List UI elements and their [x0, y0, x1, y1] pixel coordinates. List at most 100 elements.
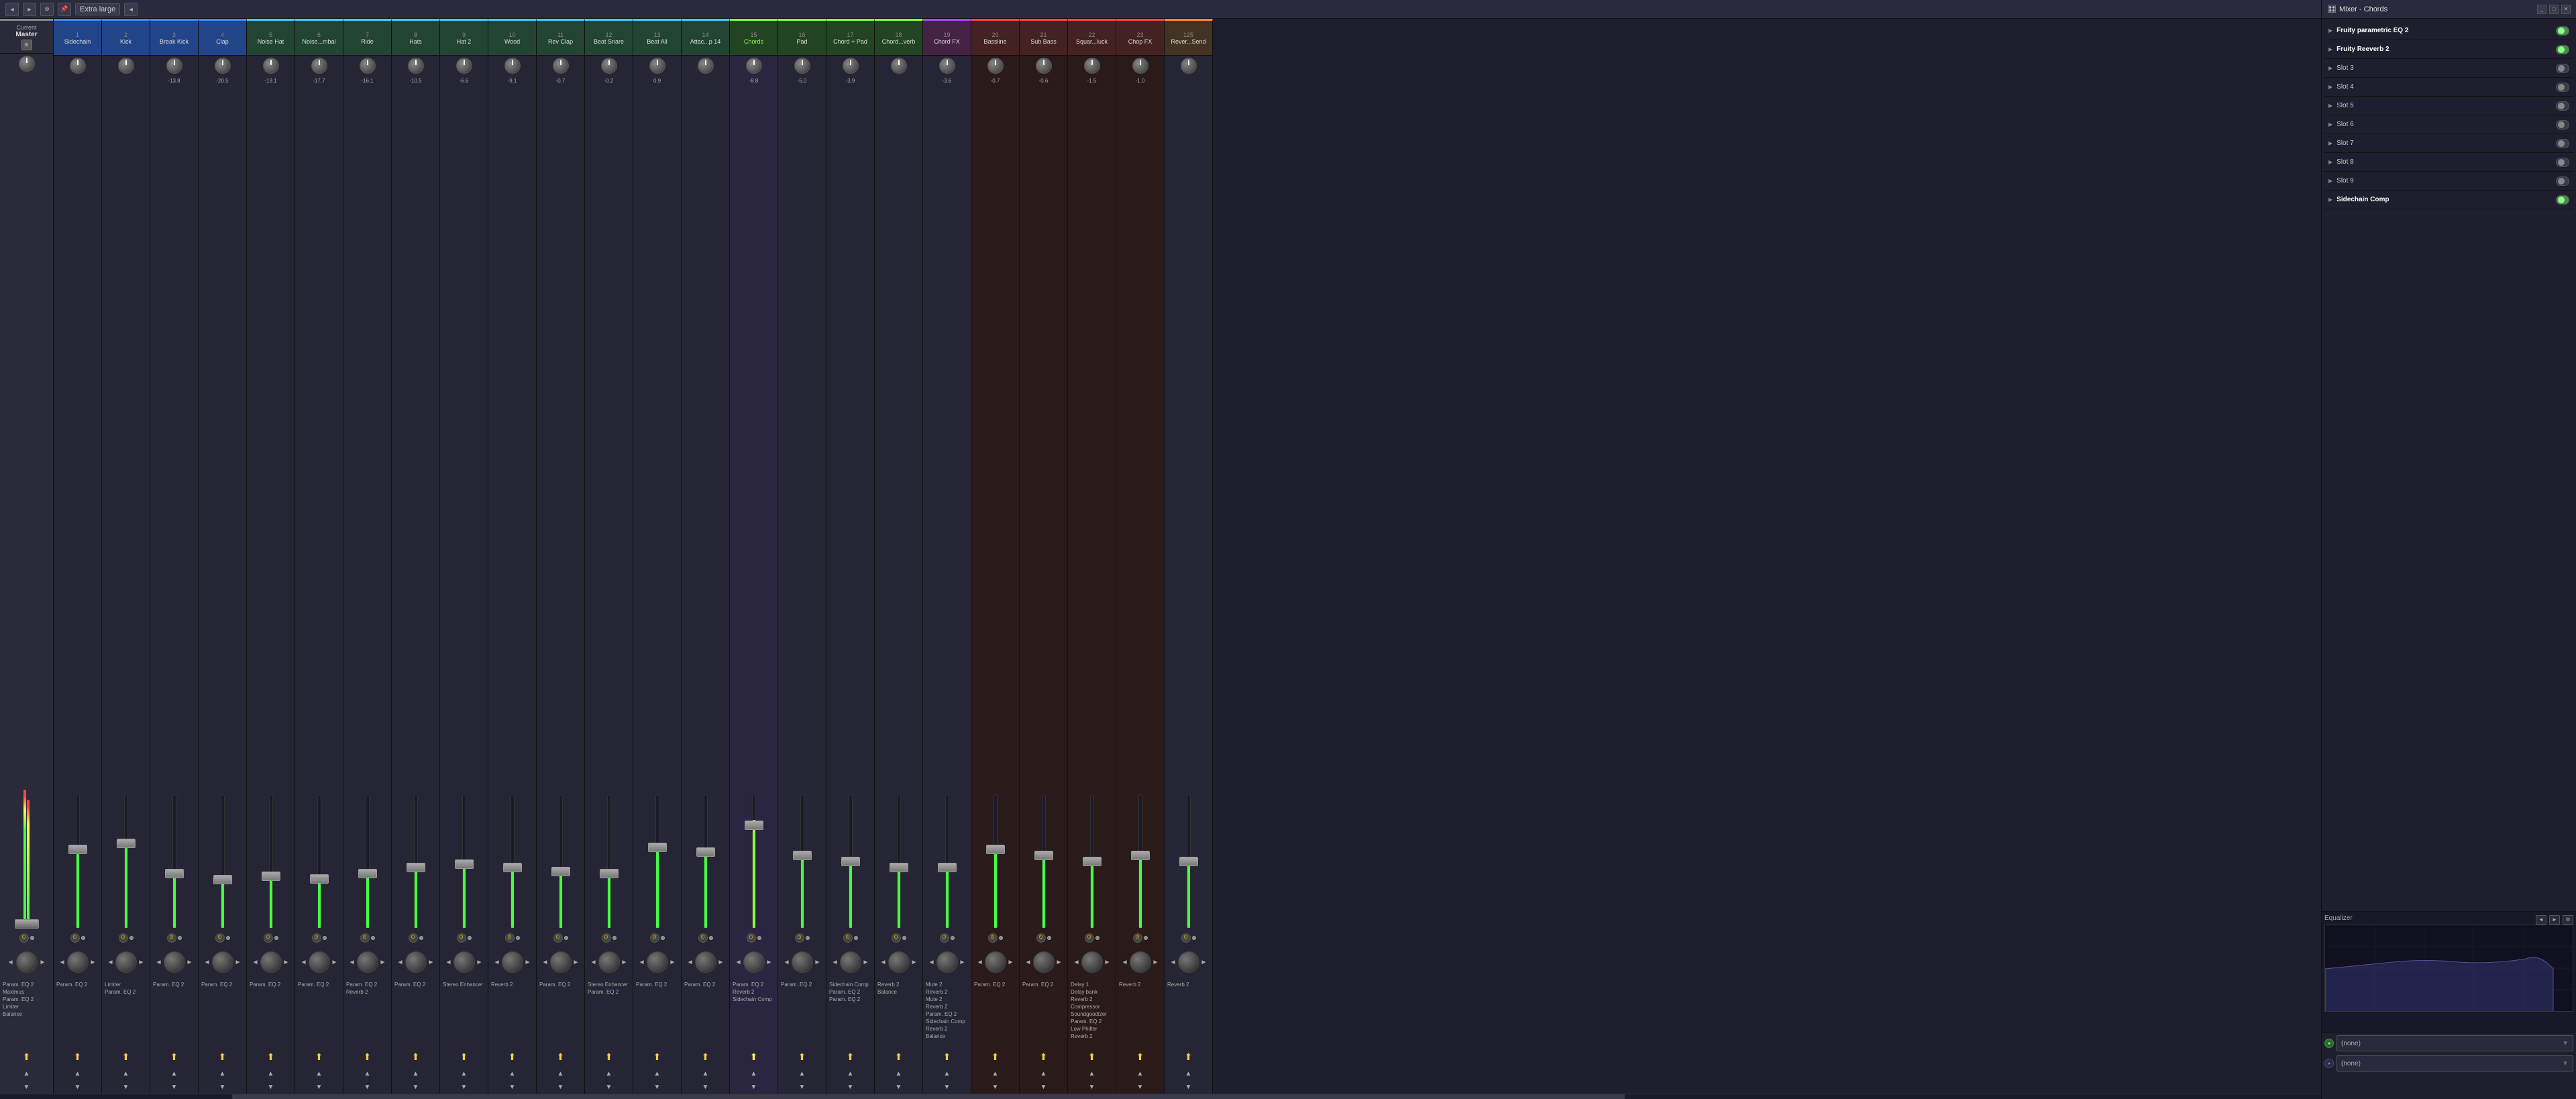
pan-right-ch20[interactable]: ► — [1008, 959, 1014, 966]
fx-slot-4[interactable]: ▶Slot 4 — [2324, 78, 2573, 97]
effect-item[interactable]: Param. EQ 2 — [200, 981, 245, 988]
arrow-down-ch125[interactable]: ▼ — [1185, 1084, 1192, 1091]
effect-item[interactable]: Mute 2 — [924, 981, 969, 988]
effect-item[interactable]: Stereo Enhancer — [586, 981, 631, 988]
effect-item[interactable]: Reverb 2 — [924, 1025, 969, 1033]
power-btn-ch2[interactable]: ⏻ — [119, 933, 128, 943]
pan-right-arrow[interactable]: ► — [40, 959, 46, 966]
fx-slot-toggle-3[interactable] — [2556, 64, 2569, 73]
effect-item[interactable]: Reverb 2 — [731, 988, 776, 996]
effect-item[interactable]: Param. EQ 2 — [924, 1010, 969, 1018]
effect-item[interactable]: Low Philter — [1069, 1025, 1114, 1033]
send2-toggle[interactable]: ● — [2324, 1059, 2334, 1068]
send-btn-ch23[interactable]: ⬆ — [1136, 1051, 1144, 1063]
pan-right-ch7[interactable]: ► — [380, 959, 386, 966]
effect-item[interactable]: Param. EQ 2 — [1021, 981, 1066, 988]
effect-item[interactable]: Reverb 2 — [345, 988, 390, 996]
add-btn[interactable]: ⊕ — [40, 3, 54, 16]
fader-handle-ch23[interactable] — [1131, 851, 1150, 860]
arrow-up-ch125[interactable]: ▲ — [1185, 1070, 1192, 1078]
pan-knob-ch21[interactable] — [1033, 951, 1055, 973]
arrow-down-ch15[interactable]: ▼ — [751, 1084, 757, 1091]
fx-slot-toggle-1[interactable] — [2556, 26, 2569, 36]
fader-handle-ch5[interactable] — [262, 872, 280, 881]
pan-knob-ch18[interactable] — [888, 951, 910, 973]
pin-btn[interactable]: 📌 — [58, 3, 71, 16]
effect-item[interactable]: Soundgoodizer — [1069, 1010, 1114, 1018]
eq-settings[interactable]: ⚙ — [2563, 915, 2573, 925]
arrow-down-ch18[interactable]: ▼ — [896, 1084, 902, 1091]
pan-right-ch14[interactable]: ► — [718, 959, 724, 966]
send-btn-ch19[interactable]: ⬆ — [943, 1051, 951, 1063]
fx-slot-toggle-5[interactable] — [2556, 101, 2569, 111]
pan-left-ch19[interactable]: ◄ — [928, 959, 935, 966]
knob-ch14[interactable] — [698, 58, 714, 74]
send-btn-ch15[interactable]: ⬆ — [750, 1051, 758, 1063]
effect-item[interactable]: Param. EQ 2 — [103, 988, 148, 996]
fader-handle-ch14[interactable] — [696, 847, 715, 857]
effect-item[interactable]: Balance — [1, 1010, 52, 1018]
fx-slot-1[interactable]: ▶Fruity parametric EQ 2 — [2324, 21, 2573, 40]
knob-ch23[interactable] — [1132, 58, 1148, 74]
arrow-down-ch6[interactable]: ▼ — [316, 1084, 323, 1091]
arrow-up-ch21[interactable]: ▲ — [1040, 1070, 1047, 1078]
send-btn-ch11[interactable]: ⬆ — [557, 1051, 565, 1063]
current-power[interactable]: ⏻ — [19, 933, 29, 943]
current-fader[interactable] — [15, 919, 39, 929]
fader-handle-ch1[interactable] — [68, 845, 87, 854]
fader-handle-ch18[interactable] — [890, 863, 908, 872]
send2-selector[interactable]: (none) ▼ — [2337, 1055, 2573, 1071]
arrow-up[interactable]: ▲ — [23, 1070, 30, 1078]
effect-item[interactable]: Param. EQ 2 — [731, 981, 776, 988]
pan-right-ch8[interactable]: ► — [428, 959, 435, 966]
knob-ch5[interactable] — [263, 58, 279, 74]
fx-slot-6[interactable]: ▶Slot 6 — [2324, 115, 2573, 134]
pan-knob-ch12[interactable] — [598, 951, 620, 973]
pan-left-ch10[interactable]: ◄ — [494, 959, 500, 966]
pan-knob-ch2[interactable] — [115, 951, 137, 973]
arrow-up-ch1[interactable]: ▲ — [74, 1070, 81, 1078]
power-btn-ch3[interactable]: ⏻ — [167, 933, 176, 943]
arrow-down-ch3[interactable]: ▼ — [171, 1084, 178, 1091]
effect-item[interactable]: Reverb 2 — [1166, 981, 1211, 988]
arrow-down-ch20[interactable]: ▼ — [992, 1084, 999, 1091]
arrow-down-ch2[interactable]: ▼ — [123, 1084, 129, 1091]
pan-right-ch17[interactable]: ► — [863, 959, 869, 966]
power-btn-ch22[interactable]: ⏻ — [1085, 933, 1094, 943]
pan-knob-ch22[interactable] — [1081, 951, 1103, 973]
pan-right-ch5[interactable]: ► — [283, 959, 290, 966]
pan-left-ch21[interactable]: ◄ — [1025, 959, 1032, 966]
size-label[interactable]: Extra large — [75, 3, 120, 15]
power-btn-ch11[interactable]: ⏻ — [553, 933, 563, 943]
pan-right-ch11[interactable]: ► — [573, 959, 580, 966]
effect-item[interactable]: Param. EQ 2 — [1, 996, 52, 1003]
effect-item[interactable]: Reverb 2 — [876, 981, 921, 988]
send-btn-ch16[interactable]: ⬆ — [798, 1051, 806, 1063]
send-btn-ch17[interactable]: ⬆ — [847, 1051, 855, 1063]
power-btn-ch17[interactable]: ⏻ — [843, 933, 853, 943]
effect-item[interactable]: Param. EQ 2 — [683, 981, 728, 988]
send-btn-ch21[interactable]: ⬆ — [1040, 1051, 1048, 1063]
arrow-up-ch22[interactable]: ▲ — [1089, 1070, 1095, 1078]
pan-left-ch18[interactable]: ◄ — [880, 959, 887, 966]
fader-handle-ch125[interactable] — [1179, 857, 1198, 866]
current-knob[interactable] — [19, 56, 35, 72]
fader-handle-ch10[interactable] — [503, 863, 522, 872]
arrow-up-ch7[interactable]: ▲ — [364, 1070, 371, 1078]
effect-item[interactable]: Reverb 2 — [490, 981, 535, 988]
win-close[interactable]: ✕ — [2561, 5, 2571, 14]
fader-handle-ch19[interactable] — [938, 863, 957, 872]
pan-right-ch13[interactable]: ► — [669, 959, 676, 966]
arrow-down-ch17[interactable]: ▼ — [847, 1084, 854, 1091]
arrow-down-ch5[interactable]: ▼ — [268, 1084, 274, 1091]
power-btn-ch7[interactable]: ⏻ — [360, 933, 370, 943]
scrollbar-thumb[interactable] — [232, 1094, 1625, 1099]
arrow-down-ch11[interactable]: ▼ — [557, 1084, 564, 1091]
fx-slot-2[interactable]: ▶Fruity Reeverb 2 — [2324, 40, 2573, 59]
pan-right-ch15[interactable]: ► — [766, 959, 773, 966]
knob-ch6[interactable] — [311, 58, 327, 74]
pan-knob-ch11[interactable] — [550, 951, 572, 973]
knob-ch21[interactable] — [1036, 58, 1052, 74]
knob-ch20[interactable] — [987, 58, 1004, 74]
size-down-btn[interactable]: ◄ — [124, 3, 138, 16]
